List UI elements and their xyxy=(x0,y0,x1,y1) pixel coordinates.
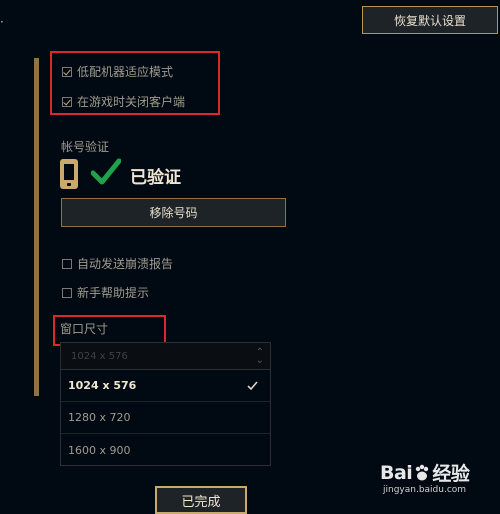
selected-check-icon xyxy=(247,381,258,391)
dropdown-option[interactable]: 1024 x 576 xyxy=(61,370,270,402)
low-spec-mode-option[interactable]: 低配机器适应模式 xyxy=(62,63,173,80)
window-size-heading: 窗口尺寸 xyxy=(60,322,109,336)
baidu-jingyan-watermark: Bai 经验 jingyan.baidu.com xyxy=(380,459,495,501)
dropdown-option[interactable]: 1600 x 900 xyxy=(61,434,270,466)
close-client-in-game-checkbox[interactable] xyxy=(62,96,72,107)
verified-check-icon xyxy=(91,158,121,185)
auto-crash-report-checkbox[interactable] xyxy=(62,258,72,269)
low-spec-mode-checkbox[interactable] xyxy=(62,66,72,77)
newbie-tips-label: 新手帮助提示 xyxy=(77,286,150,300)
newbie-tips-checkbox[interactable] xyxy=(62,287,72,298)
remove-number-button[interactable]: 移除号码 xyxy=(61,198,286,227)
restore-defaults-button[interactable]: 恢复默认设置 xyxy=(362,6,498,34)
close-client-in-game-option[interactable]: 在游戏时关闭客户端 xyxy=(62,93,185,110)
watermark-url: jingyan.baidu.com xyxy=(383,485,467,495)
watermark-logo: Bai 经验 xyxy=(380,459,470,486)
watermark-logo-text: Bai xyxy=(380,461,413,484)
dropdown-option-label: 1024 x 576 xyxy=(68,379,137,392)
window-corner-mark: · xyxy=(0,15,4,29)
auto-crash-report-option[interactable]: 自动发送崩溃报告 xyxy=(62,255,173,272)
dropdown-option[interactable]: 1280 x 720 xyxy=(61,402,270,434)
window-size-current-value: 1024 x 576 xyxy=(71,350,128,362)
dropdown-option-label: 1600 x 900 xyxy=(68,443,131,457)
scrollbar-thumb[interactable] xyxy=(34,58,39,396)
dropdown-option-label: 1280 x 720 xyxy=(68,411,131,424)
chevron-updown-icon: ⌃ ⌄ xyxy=(255,347,264,366)
paw-icon xyxy=(416,464,429,480)
low-spec-mode-label: 低配机器适应模式 xyxy=(77,65,174,79)
phone-icon xyxy=(60,159,78,189)
newbie-tips-option[interactable]: 新手帮助提示 xyxy=(62,284,149,301)
window-size-select[interactable]: 1024 x 576 ⌃ ⌄ xyxy=(60,342,271,370)
account-verification-heading: 帐号验证 xyxy=(61,140,110,154)
watermark-logo-text: 经验 xyxy=(432,463,470,485)
window-size-dropdown: 1024 x 576 1280 x 720 1600 x 900 xyxy=(60,370,271,466)
verified-status-text: 已验证 xyxy=(130,168,181,188)
close-client-in-game-label: 在游戏时关闭客户端 xyxy=(77,95,186,109)
auto-crash-report-label: 自动发送崩溃报告 xyxy=(77,257,174,271)
